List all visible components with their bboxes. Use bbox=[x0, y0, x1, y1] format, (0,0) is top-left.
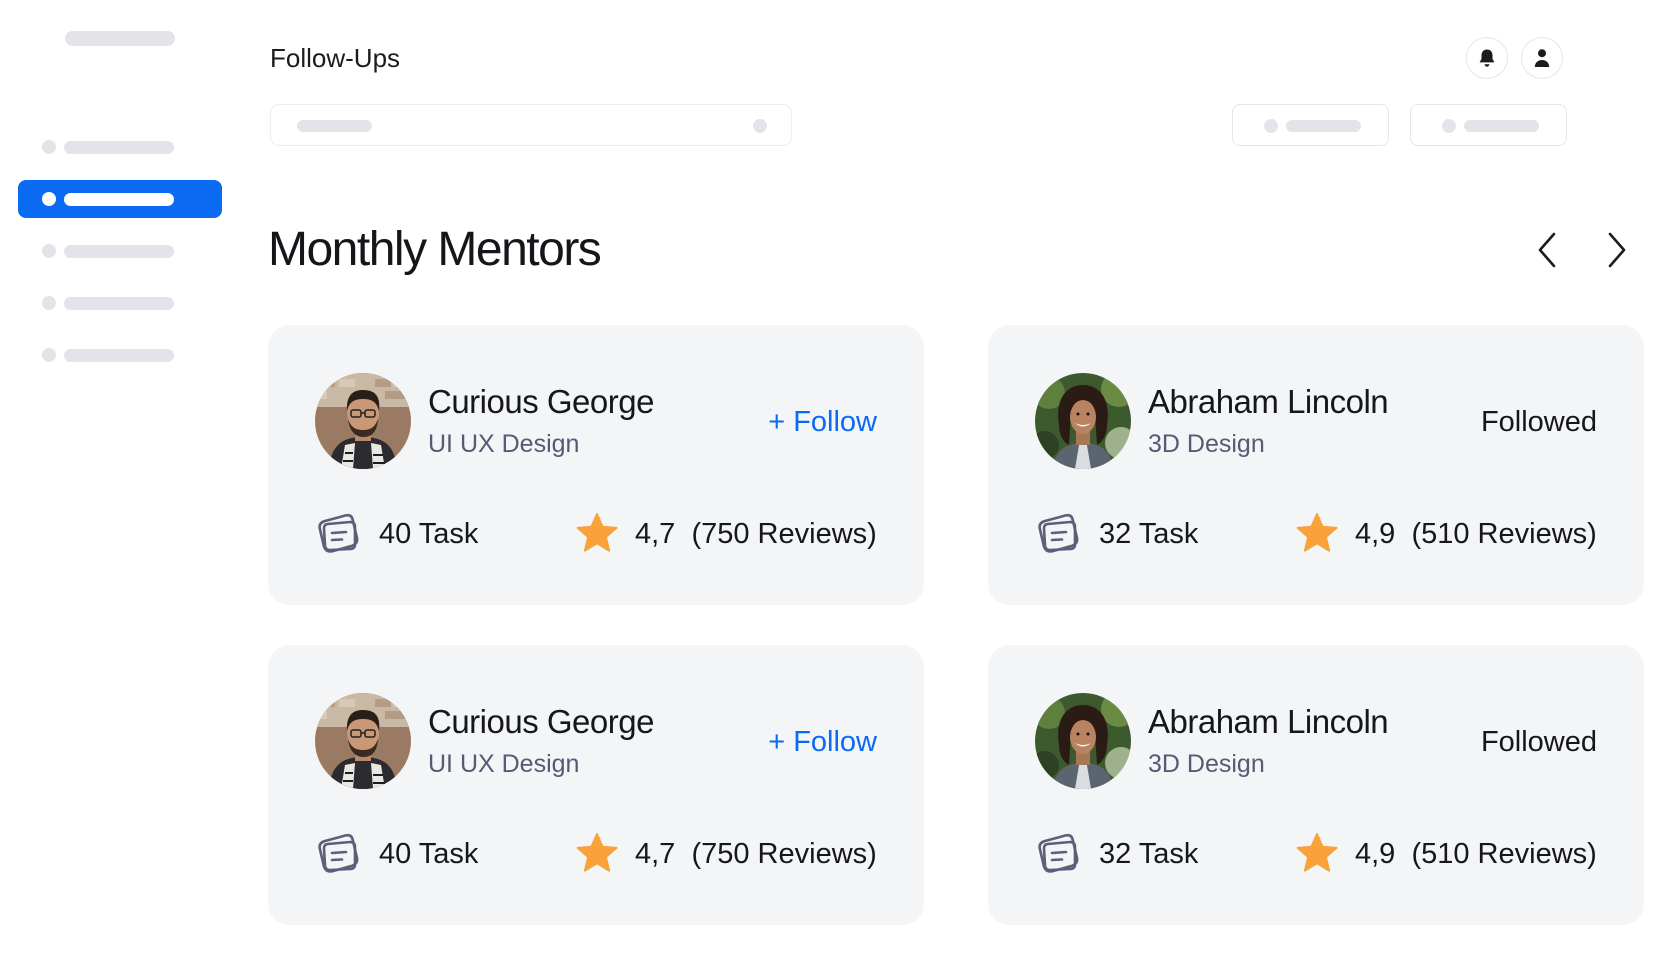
sidebar-item-dot bbox=[42, 244, 56, 258]
mentor-role: 3D Design bbox=[1148, 430, 1265, 458]
task-icon bbox=[1038, 513, 1079, 553]
sidebar-item-label-placeholder bbox=[64, 140, 174, 154]
followed-button[interactable]: Followed bbox=[1481, 406, 1597, 439]
sidebar-item-1[interactable] bbox=[18, 128, 222, 166]
mentor-name: Abraham Lincoln bbox=[1148, 703, 1389, 740]
follow-button[interactable]: + Follow bbox=[768, 726, 877, 759]
avatar bbox=[1035, 373, 1131, 469]
review-count: (750 Reviews) bbox=[691, 838, 877, 870]
task-count: 40 Task bbox=[379, 518, 479, 550]
sidebar-item-5[interactable] bbox=[18, 336, 222, 374]
task-icon bbox=[318, 513, 359, 553]
sidebar-item-4[interactable] bbox=[18, 284, 222, 322]
filter-icon-placeholder bbox=[1264, 119, 1278, 133]
page-title: Follow-Ups bbox=[270, 43, 401, 73]
sidebar-item-dot bbox=[42, 192, 56, 206]
review-count: (750 Reviews) bbox=[691, 518, 877, 550]
sidebar-item-dot bbox=[42, 140, 56, 154]
sidebar-item-label-placeholder bbox=[64, 348, 174, 362]
avatar bbox=[1035, 693, 1131, 789]
sidebar-item-dot bbox=[42, 296, 56, 310]
sidebar-item-dot bbox=[42, 348, 56, 362]
rating: 4,9 (510 Reviews) bbox=[1355, 518, 1597, 551]
mentor-role: 3D Design bbox=[1148, 750, 1265, 778]
chevron-left-icon[interactable] bbox=[1530, 228, 1566, 272]
filter-label-placeholder bbox=[1286, 120, 1361, 132]
mentor-role: UI UX Design bbox=[428, 750, 580, 778]
mentor-card: Abraham Lincoln 3D Design Followed 32 Ta… bbox=[988, 325, 1644, 605]
task-icon bbox=[1038, 833, 1079, 873]
followed-button[interactable]: Followed bbox=[1481, 726, 1597, 759]
task-count: 32 Task bbox=[1099, 518, 1199, 550]
mentor-name: Curious George bbox=[428, 703, 654, 740]
profile-button[interactable] bbox=[1521, 37, 1563, 79]
follow-button[interactable]: + Follow bbox=[768, 406, 877, 439]
chevron-right-icon[interactable] bbox=[1598, 228, 1634, 272]
rating: 4,7 (750 Reviews) bbox=[635, 518, 877, 551]
filter-icon-placeholder bbox=[1442, 119, 1456, 133]
sidebar-item-3[interactable] bbox=[18, 232, 222, 270]
search-input[interactable] bbox=[270, 104, 792, 146]
sidebar-item-label-placeholder bbox=[64, 192, 174, 206]
rating: 4,7 (750 Reviews) bbox=[635, 838, 877, 871]
task-count: 32 Task bbox=[1099, 838, 1199, 870]
rating-score: 4,7 bbox=[635, 838, 676, 870]
bell-icon bbox=[1479, 49, 1495, 67]
task-icon bbox=[318, 833, 359, 873]
sidebar-item-label-placeholder bbox=[64, 244, 174, 258]
search-icon-placeholder bbox=[753, 119, 767, 133]
filter-button-2[interactable] bbox=[1410, 104, 1567, 146]
rating-score: 4,7 bbox=[635, 518, 676, 550]
mentor-card: Curious George UI UX Design + Follow 40 … bbox=[268, 325, 924, 605]
sidebar-logo-placeholder bbox=[65, 31, 175, 46]
star-icon bbox=[1296, 513, 1338, 552]
notification-button[interactable] bbox=[1466, 37, 1508, 79]
filter-button-1[interactable] bbox=[1232, 104, 1389, 146]
rating-score: 4,9 bbox=[1355, 838, 1396, 870]
mentor-name: Curious George bbox=[428, 383, 654, 420]
section-title: Monthly Mentors bbox=[268, 223, 602, 276]
star-icon bbox=[576, 513, 618, 552]
rating: 4,9 (510 Reviews) bbox=[1355, 838, 1597, 871]
sidebar-item-2-active[interactable] bbox=[18, 180, 222, 218]
rating-score: 4,9 bbox=[1355, 518, 1396, 550]
mentor-card: Curious George UI UX Design + Follow 40 … bbox=[268, 645, 924, 925]
avatar bbox=[315, 693, 411, 789]
star-icon bbox=[576, 833, 618, 872]
mentor-name: Abraham Lincoln bbox=[1148, 383, 1389, 420]
mentor-card: Abraham Lincoln 3D Design Followed 32 Ta… bbox=[988, 645, 1644, 925]
review-count: (510 Reviews) bbox=[1411, 838, 1597, 870]
user-icon bbox=[1534, 49, 1550, 67]
sidebar-item-label-placeholder bbox=[64, 296, 174, 310]
review-count: (510 Reviews) bbox=[1411, 518, 1597, 550]
mentor-role: UI UX Design bbox=[428, 430, 580, 458]
avatar bbox=[315, 373, 411, 469]
star-icon bbox=[1296, 833, 1338, 872]
task-count: 40 Task bbox=[379, 838, 479, 870]
filter-label-placeholder bbox=[1464, 120, 1539, 132]
search-placeholder-bar bbox=[297, 120, 372, 132]
